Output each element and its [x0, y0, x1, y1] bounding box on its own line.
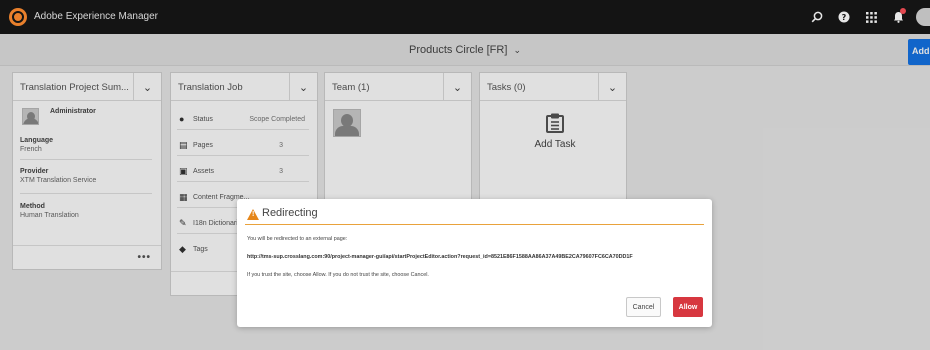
redirect-url: http://tms-sup.crosslang.com:90/project-… [247, 254, 633, 260]
dialog-title: Redirecting [262, 207, 318, 219]
warning-icon [247, 209, 259, 220]
notification-badge [900, 8, 906, 14]
allow-button[interactable]: Allow [673, 297, 703, 317]
dialog-trust-text: If you trust the site, choose Allow. If … [247, 272, 429, 278]
dialog-intro-text: You will be redirected to an external pa… [247, 236, 348, 242]
notifications-bell-icon[interactable] [889, 8, 907, 26]
shell-actions: ? [808, 7, 930, 27]
redirect-dialog: Redirecting You will be redirected to an… [237, 199, 712, 327]
app-title[interactable]: Adobe Experience Manager [34, 11, 158, 22]
search-icon[interactable] [808, 8, 826, 26]
svg-text:?: ? [842, 13, 847, 22]
apps-grid-icon[interactable] [862, 8, 880, 26]
cancel-button[interactable]: Cancel [626, 297, 661, 317]
aem-logo-icon[interactable] [9, 8, 27, 26]
shell-bar: Adobe Experience Manager ? [0, 0, 930, 34]
help-icon[interactable]: ? [835, 8, 853, 26]
user-avatar[interactable] [916, 8, 930, 26]
dialog-header-rule [245, 224, 704, 225]
